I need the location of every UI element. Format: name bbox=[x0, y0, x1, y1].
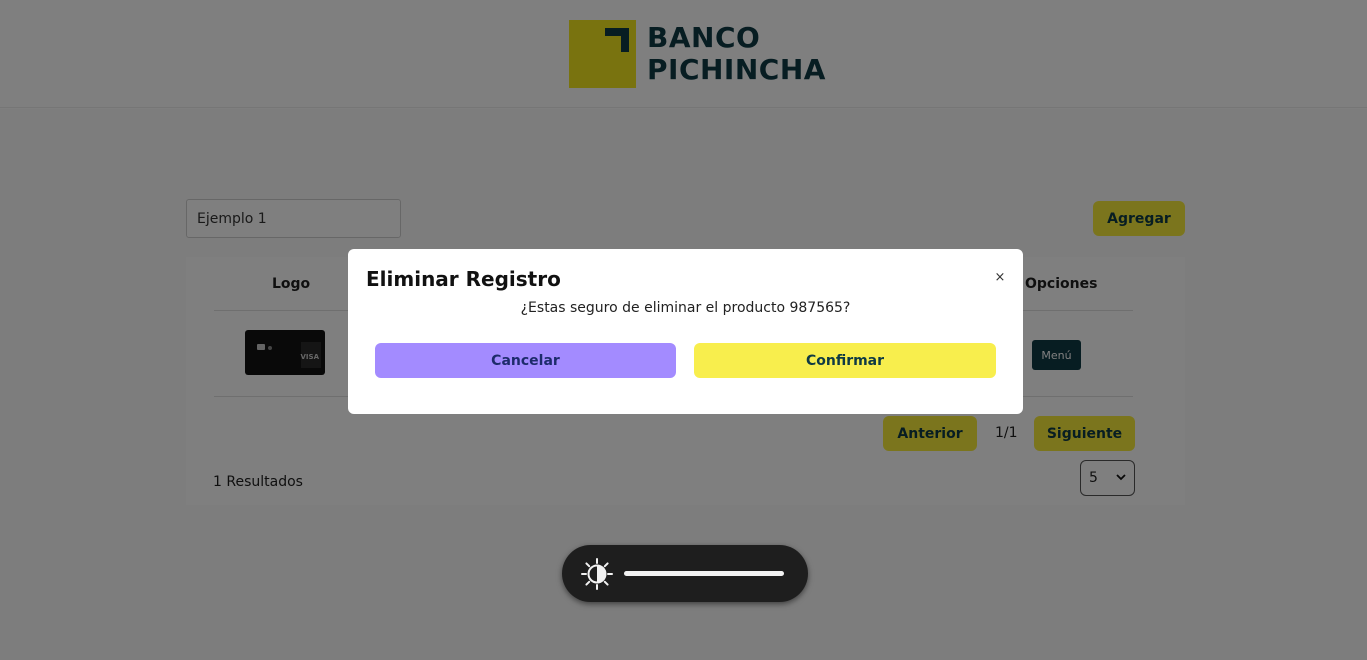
brightness-level-bar bbox=[624, 571, 784, 576]
brightness-icon bbox=[580, 557, 614, 591]
dialog-message: ¿Estas seguro de eliminar el producto 98… bbox=[520, 300, 851, 316]
close-icon[interactable]: × bbox=[993, 271, 1007, 285]
brightness-osd bbox=[562, 545, 808, 602]
cancel-button[interactable]: Cancelar bbox=[375, 343, 676, 378]
delete-confirmation-dialog: Eliminar Registro × ¿Estas seguro de eli… bbox=[348, 249, 1023, 414]
confirm-button[interactable]: Confirmar bbox=[694, 343, 996, 378]
dialog-title: Eliminar Registro bbox=[366, 267, 561, 291]
brightness-level-fill bbox=[624, 571, 784, 576]
